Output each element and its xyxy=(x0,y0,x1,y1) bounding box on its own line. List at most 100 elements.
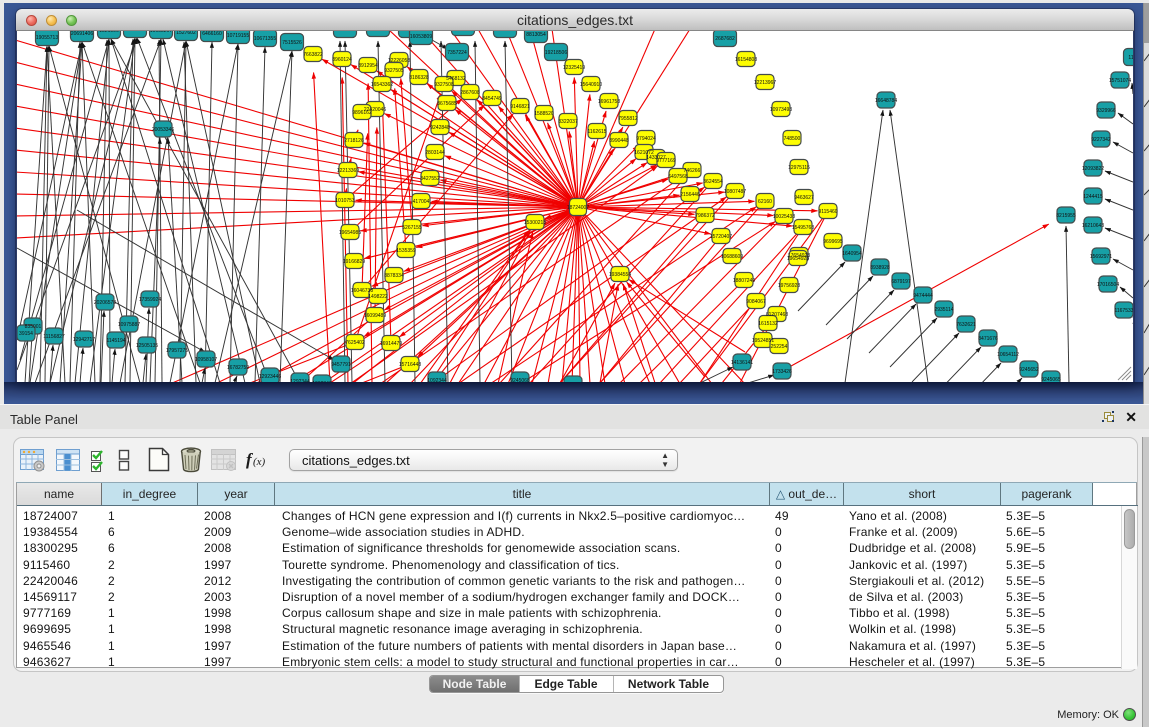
svg-text:9245065: 9245065 xyxy=(1041,377,1061,382)
svg-text:8813054: 8813054 xyxy=(526,32,546,38)
svg-text:8471676: 8471676 xyxy=(978,336,998,342)
svg-text:1167533: 1167533 xyxy=(1114,308,1133,314)
svg-text:39154: 39154 xyxy=(19,331,33,337)
svg-text:9474444: 9474444 xyxy=(913,293,933,299)
svg-text:7515526: 7515526 xyxy=(282,40,302,46)
svg-text:14136141: 14136141 xyxy=(731,360,753,366)
svg-text:10025438: 10025438 xyxy=(773,214,795,220)
svg-text:1535359: 1535359 xyxy=(396,248,416,254)
svg-text:16099489: 16099489 xyxy=(364,313,386,319)
svg-text:12942717: 12942717 xyxy=(73,337,95,343)
svg-text:7986372: 7986372 xyxy=(695,213,715,219)
svg-text:8215955: 8215955 xyxy=(1056,213,1076,219)
svg-text:7632621: 7632621 xyxy=(956,322,976,328)
svg-text:8960124: 8960124 xyxy=(332,57,352,63)
svg-text:9327505: 9327505 xyxy=(384,68,404,74)
svg-text:9318043: 9318043 xyxy=(335,31,355,33)
svg-text:11174: 11174 xyxy=(1128,55,1133,61)
svg-text:15300213: 15300213 xyxy=(524,220,546,226)
svg-text:16053809: 16053809 xyxy=(410,34,432,40)
svg-text:11156827: 11156827 xyxy=(43,334,65,340)
svg-text:835001: 835001 xyxy=(25,324,42,330)
svg-text:6466160: 6466160 xyxy=(202,31,222,37)
svg-text:8322037: 8322037 xyxy=(558,119,578,125)
svg-text:15720407: 15720407 xyxy=(710,234,732,240)
svg-text:9084067: 9084067 xyxy=(746,299,766,305)
svg-text:12975115: 12975115 xyxy=(788,165,810,171)
svg-text:8938928: 8938928 xyxy=(870,265,890,271)
svg-text:15640910: 15640910 xyxy=(580,82,602,88)
svg-text:10671355: 10671355 xyxy=(254,36,276,42)
svg-text:19654923: 19654923 xyxy=(787,256,809,262)
svg-text:12213369: 12213369 xyxy=(337,168,359,174)
svg-text:8878334: 8878334 xyxy=(384,273,404,279)
svg-text:15692971: 15692971 xyxy=(1090,254,1112,260)
svg-text:9463627: 9463627 xyxy=(794,195,814,201)
svg-text:10973493: 10973493 xyxy=(770,107,792,113)
svg-text:12226058: 12226058 xyxy=(388,58,410,64)
svg-text:10688609: 10688609 xyxy=(721,254,743,260)
svg-text:16782759: 16782759 xyxy=(227,365,249,371)
svg-text:9245068: 9245068 xyxy=(510,378,530,382)
svg-text:1527602: 1527602 xyxy=(176,31,196,36)
svg-text:9245652: 9245652 xyxy=(1019,367,1039,373)
svg-text:16210643: 16210643 xyxy=(1082,223,1104,229)
svg-text:2687682: 2687682 xyxy=(715,36,735,42)
svg-text:9329966: 9329966 xyxy=(1096,108,1116,114)
svg-text:10975887: 10975887 xyxy=(118,322,140,328)
svg-text:6879197: 6879197 xyxy=(891,279,911,285)
svg-text:12213967: 12213967 xyxy=(754,80,776,86)
svg-text:1821906: 1821906 xyxy=(99,31,119,34)
svg-text:19756928: 19756928 xyxy=(778,283,800,289)
svg-text:1615132: 1615132 xyxy=(758,321,778,327)
svg-text:9777169: 9777169 xyxy=(656,158,676,164)
svg-text:1092344: 1092344 xyxy=(427,378,447,382)
svg-text:7663822: 7663822 xyxy=(303,52,323,58)
svg-text:15716448: 15716448 xyxy=(399,362,421,368)
svg-text:10958107: 10958107 xyxy=(195,357,217,363)
svg-text:3624554: 3624554 xyxy=(703,179,723,185)
svg-text:17957275: 17957275 xyxy=(166,348,188,354)
svg-text:9242848: 9242848 xyxy=(430,125,450,131)
svg-text:2803144: 2803144 xyxy=(425,150,445,156)
svg-text:2867608: 2867608 xyxy=(460,90,480,96)
svg-text:9327508: 9327508 xyxy=(434,82,454,88)
svg-text:10653267: 10653267 xyxy=(150,31,172,34)
svg-text:9146821: 9146821 xyxy=(510,104,530,110)
svg-text:2935114: 2935114 xyxy=(934,307,953,313)
svg-text:1162615: 1162615 xyxy=(587,129,606,135)
svg-text:3427552: 3427552 xyxy=(420,176,440,182)
svg-text:7625402: 7625402 xyxy=(345,340,365,346)
svg-text:16914479: 16914479 xyxy=(380,341,402,347)
svg-text:9059406: 9059406 xyxy=(495,31,515,33)
svg-text:2156446: 2156446 xyxy=(680,192,700,198)
svg-text:20053346: 20053346 xyxy=(152,127,174,133)
svg-text:1853087: 1853087 xyxy=(125,31,145,33)
svg-text:19055713: 19055713 xyxy=(36,35,58,41)
svg-text:12505135: 12505135 xyxy=(136,343,158,349)
svg-text:12093822: 12093822 xyxy=(1082,166,1104,172)
svg-text:12923446: 12923446 xyxy=(259,374,281,380)
svg-text:62160: 62160 xyxy=(758,199,772,205)
svg-text:417004: 417004 xyxy=(413,199,430,205)
svg-text:18724007: 18724007 xyxy=(567,205,589,211)
svg-text:7357224: 7357224 xyxy=(447,50,467,56)
svg-text:1588520: 1588520 xyxy=(534,111,554,117)
svg-text:6497568: 6497568 xyxy=(668,174,688,180)
svg-text:20691406: 20691406 xyxy=(71,31,93,37)
svg-text:9115460: 9115460 xyxy=(818,209,837,215)
svg-text:10719155: 10719155 xyxy=(227,33,249,39)
svg-text:17359924: 17359924 xyxy=(139,297,161,303)
svg-text:1010753: 1010753 xyxy=(335,198,355,204)
svg-text:9896162: 9896162 xyxy=(352,110,372,116)
svg-text:10654112: 10654112 xyxy=(997,352,1019,358)
svg-text:10807487: 10807487 xyxy=(724,189,746,195)
svg-text:(x): (x) xyxy=(253,456,266,468)
svg-text:2718126: 2718126 xyxy=(344,138,364,144)
svg-text:252254: 252254 xyxy=(771,344,788,350)
svg-text:16961758: 16961758 xyxy=(598,99,620,105)
svg-text:15751074: 15751074 xyxy=(1109,78,1131,84)
svg-text:17016504: 17016504 xyxy=(1097,282,1119,288)
svg-text:1640954: 1640954 xyxy=(842,251,862,257)
svg-text:8454749: 8454749 xyxy=(482,96,502,102)
